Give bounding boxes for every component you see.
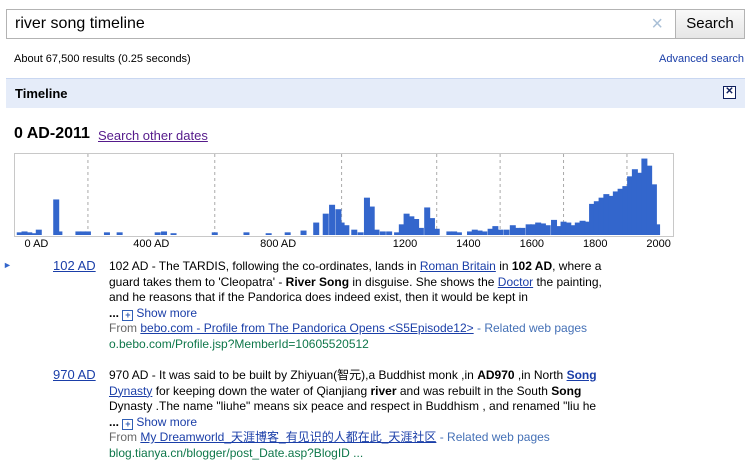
show-more-link[interactable]: Show more bbox=[136, 415, 197, 429]
snippet-highlight: AD970 bbox=[477, 368, 515, 382]
timeline-bar[interactable] bbox=[519, 227, 526, 235]
snippet-text: in disguise. She shows the bbox=[349, 274, 498, 289]
result-url: o.bebo.com/Profile.jsp?MemberId=10605520… bbox=[109, 336, 369, 351]
show-more-link[interactable]: Show more bbox=[136, 306, 197, 320]
timeline-bar[interactable] bbox=[35, 229, 42, 235]
timeline-bar[interactable] bbox=[455, 232, 462, 235]
axis-tick-label: 1600 bbox=[519, 238, 545, 250]
timeline-bar[interactable] bbox=[313, 222, 320, 235]
snippet-text: 970 AD - It was said to be built by Zhiy… bbox=[109, 368, 478, 382]
search-query-text[interactable]: river song timeline bbox=[15, 15, 145, 33]
result-date-link[interactable]: 970 AD bbox=[53, 367, 96, 382]
timeline-bar[interactable] bbox=[322, 213, 329, 235]
timeline-bar[interactable] bbox=[373, 229, 380, 235]
timeline-bar[interactable] bbox=[161, 231, 168, 235]
timeline-bar[interactable] bbox=[544, 225, 551, 235]
timeline-bar[interactable] bbox=[481, 231, 488, 235]
search-other-dates-link[interactable]: Search other dates bbox=[98, 128, 208, 143]
timeline-bar[interactable] bbox=[343, 225, 350, 235]
snippet-text: in bbox=[495, 259, 512, 273]
snippet-highlight: 102 AD bbox=[511, 259, 553, 273]
ellipsis: ... bbox=[109, 414, 120, 429]
snippet-text: ,in North bbox=[514, 368, 567, 382]
timeline-bar[interactable] bbox=[103, 232, 110, 235]
result-snippet: 102 AD - The TARDIS, following the co-or… bbox=[109, 259, 646, 352]
timeline-bar[interactable] bbox=[654, 224, 661, 235]
timeline-bar[interactable] bbox=[300, 230, 307, 235]
timeline-chart[interactable] bbox=[14, 153, 674, 237]
snippet-highlight: river bbox=[370, 383, 397, 398]
snippet-line: and he reasons that if the Pandorica doe… bbox=[109, 290, 528, 304]
axis-tick-label: 1800 bbox=[583, 238, 608, 250]
timeline-bar[interactable] bbox=[351, 229, 358, 235]
song-link[interactable]: Song bbox=[567, 368, 597, 382]
timeline-bar[interactable] bbox=[386, 231, 393, 235]
timeline-bar[interactable] bbox=[265, 233, 272, 235]
from-label: From bbox=[109, 321, 141, 335]
snippet-line: Dynasty .The name "liuhe" means six peac… bbox=[109, 399, 597, 413]
timeline-bar[interactable] bbox=[53, 199, 60, 235]
ellipsis: ... bbox=[109, 305, 120, 320]
timeline-bar[interactable] bbox=[116, 232, 123, 235]
timeline-bar[interactable] bbox=[503, 229, 510, 235]
snippet-text: for keeping down the water of Qianjiang bbox=[152, 383, 371, 398]
timeline-header: Timeline ✕ bbox=[6, 78, 745, 108]
search-button[interactable]: Search bbox=[675, 9, 745, 39]
result-stats: About 67,500 results (0.25 seconds) bbox=[14, 53, 191, 65]
result-url: blog.tianya.cn/blogger/post_Date.asp?Blo… bbox=[109, 445, 364, 460]
timeline-bar[interactable] bbox=[170, 233, 177, 235]
clear-icon[interactable]: × bbox=[651, 13, 663, 36]
axis-tick-label: 1400 bbox=[456, 238, 481, 250]
snippet-text: the painting, bbox=[533, 274, 602, 289]
axis-tick-label: 800 AD bbox=[260, 238, 297, 250]
timeline-title: Timeline bbox=[15, 86, 68, 101]
axis-tick-label: 2000 bbox=[646, 238, 671, 250]
timeline-bar[interactable] bbox=[154, 232, 161, 235]
timeline-bar[interactable] bbox=[84, 231, 91, 235]
timeline-bar[interactable] bbox=[284, 232, 291, 235]
plus-icon[interactable]: + bbox=[122, 418, 134, 430]
snippet-text: guard takes them to 'Cleopatra' - bbox=[109, 274, 286, 289]
source-link[interactable]: bebo.com - Profile from The Pandorica Op… bbox=[140, 321, 473, 335]
timeline-bar[interactable] bbox=[211, 232, 218, 235]
related-pages-link[interactable]: - Related web pages bbox=[436, 430, 550, 444]
timeline-bar[interactable] bbox=[357, 232, 364, 235]
timeline-bar[interactable] bbox=[379, 231, 386, 235]
timeline-bar[interactable] bbox=[433, 228, 440, 235]
snippet-text: , where a bbox=[552, 259, 602, 273]
doctor-link[interactable]: Doctor bbox=[498, 275, 533, 289]
related-pages-link[interactable]: - Related web pages bbox=[474, 321, 587, 335]
selected-arrow-icon: ► bbox=[3, 260, 12, 270]
axis-tick-label: 1200 bbox=[392, 238, 418, 250]
axis-tick-label: 400 AD bbox=[133, 238, 170, 250]
advanced-search-link[interactable]: Advanced search bbox=[659, 53, 744, 65]
source-link[interactable]: My Dreamworld_天涯博客_有见识的人都在此_天涯社区 bbox=[140, 430, 436, 444]
from-label: From bbox=[109, 430, 141, 444]
timeline-bar[interactable] bbox=[243, 232, 250, 235]
snippet-highlight: River Song bbox=[285, 274, 350, 289]
snippet-text: and was rebuilt in the South bbox=[396, 383, 552, 398]
result-snippet: 970 AD - It was said to be built by Zhiy… bbox=[109, 368, 646, 461]
search-input[interactable]: river song timeline × bbox=[6, 9, 675, 39]
snippet-highlight: Song bbox=[551, 383, 582, 398]
dynasty-link[interactable]: Dynasty bbox=[109, 384, 152, 398]
result-date-link[interactable]: 102 AD bbox=[53, 258, 96, 273]
close-icon[interactable]: ✕ bbox=[723, 86, 736, 99]
timeline-bar[interactable] bbox=[497, 229, 504, 235]
axis-tick-label: 0 AD bbox=[24, 238, 49, 250]
date-range: 0 AD-2011 bbox=[14, 125, 90, 142]
timeline-bar[interactable] bbox=[417, 227, 424, 235]
snippet-text: 102 AD - The TARDIS, following the co-or… bbox=[109, 259, 420, 273]
timeline-bar[interactable] bbox=[329, 204, 336, 235]
plus-icon[interactable]: + bbox=[122, 309, 134, 321]
timeline-bar[interactable] bbox=[56, 231, 63, 235]
roman-britain-link[interactable]: Roman Britain bbox=[420, 259, 496, 273]
